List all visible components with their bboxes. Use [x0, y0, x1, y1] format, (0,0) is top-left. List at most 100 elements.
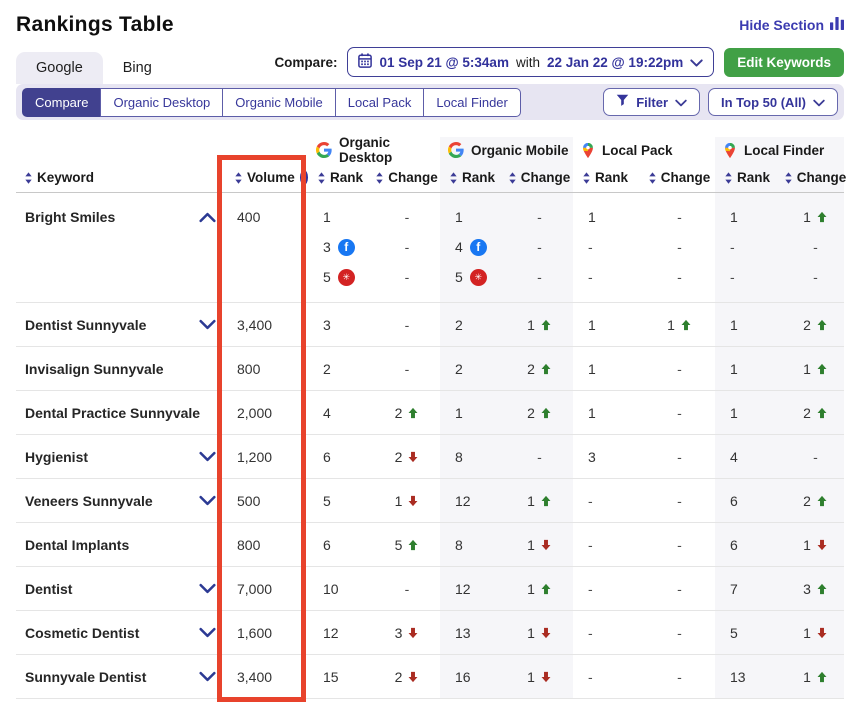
rank-value: 5✳	[323, 262, 374, 292]
sort-icon	[583, 172, 590, 184]
rank-cell: 13f5✳	[308, 193, 374, 302]
rank-value: 1	[588, 303, 644, 346]
rank-cell: 1	[573, 303, 644, 346]
change-value: 2	[374, 655, 440, 698]
change-cell: 2	[787, 391, 844, 434]
subtab-compare[interactable]: Compare	[22, 88, 101, 117]
change-value: -	[374, 567, 440, 610]
subtab-organic-mobile[interactable]: Organic Mobile	[222, 88, 335, 117]
change-value: -	[644, 232, 715, 262]
rank-value: 2	[323, 347, 374, 390]
rank-value: 5✳	[455, 262, 506, 292]
tab-bing[interactable]: Bing	[103, 52, 172, 84]
google-g-icon	[448, 142, 464, 158]
keyword-cell: Dentist	[16, 567, 222, 610]
table-group-header-row: Organic DesktopOrganic MobileLocal PackL…	[16, 137, 844, 163]
arrow-up-icon	[816, 671, 828, 683]
column-header-rank-local-finder[interactable]: Rank	[715, 163, 787, 192]
compare-label: Compare:	[274, 55, 337, 70]
change-value: 1	[374, 479, 440, 522]
change-cell: 1	[644, 303, 715, 346]
rank-value: 13	[455, 611, 506, 654]
group-label: Organic Desktop	[339, 135, 440, 165]
scope-dropdown[interactable]: In Top 50 (All)	[708, 88, 838, 116]
change-cell: 2	[374, 655, 440, 698]
arrow-up-icon	[816, 407, 828, 419]
change-cell: 1	[787, 611, 844, 654]
subtab-local-finder[interactable]: Local Finder	[423, 88, 521, 117]
subtab-local-pack[interactable]: Local Pack	[335, 88, 425, 117]
column-header-rank-organic-desktop[interactable]: Rank	[308, 163, 374, 192]
volume-value: 3,400	[237, 655, 308, 698]
change-cell: -	[644, 347, 715, 390]
volume-value: 1,200	[237, 435, 308, 478]
rank-value: 2	[455, 347, 506, 390]
filter-button[interactable]: Filter	[603, 88, 700, 116]
column-header-volume[interactable]: Volumei	[222, 163, 308, 192]
collapse-chevron-icon[interactable]	[199, 212, 216, 223]
volume-value: 800	[237, 523, 308, 566]
expand-chevron-icon[interactable]	[199, 451, 216, 462]
page-title: Rankings Table	[16, 13, 174, 37]
expand-chevron-icon[interactable]	[199, 495, 216, 506]
rank-value: 15	[323, 655, 374, 698]
hide-section-link[interactable]: Hide Section	[739, 17, 844, 33]
change-cell: 3	[374, 611, 440, 654]
expand-chevron-icon[interactable]	[199, 671, 216, 682]
rankings-table: Organic DesktopOrganic MobileLocal PackL…	[16, 137, 844, 699]
arrow-down-icon	[816, 627, 828, 639]
edit-keywords-button[interactable]: Edit Keywords	[724, 48, 844, 77]
tab-google[interactable]: Google	[16, 52, 103, 84]
rank-cell: 13	[440, 611, 506, 654]
expand-chevron-icon[interactable]	[199, 583, 216, 594]
rank-value: 1	[588, 347, 644, 390]
volume-cell: 800	[222, 347, 308, 390]
rank-value: -	[588, 262, 644, 292]
rank-value: 6	[323, 435, 374, 478]
column-header-change-organic-mobile[interactable]: Change	[506, 163, 573, 192]
column-header-keyword[interactable]: Keyword	[16, 163, 222, 192]
change-value: 1	[787, 202, 844, 232]
subtab-organic-desktop[interactable]: Organic Desktop	[100, 88, 223, 117]
rank-value: 8	[455, 435, 506, 478]
keyword-cell: Sunnyvale Dentist	[16, 655, 222, 698]
change-cell: 1	[506, 567, 573, 610]
compare-date-dropdown[interactable]: 01 Sep 21 @ 5:34am with 22 Jan 22 @ 19:2…	[347, 47, 714, 77]
header-label: Rank	[462, 170, 495, 185]
sort-icon	[25, 172, 32, 184]
header-label: Change	[797, 170, 847, 185]
facebook-icon: f	[338, 239, 355, 256]
change-cell: 1	[506, 655, 573, 698]
group-label: Local Finder	[744, 143, 824, 158]
change-value: 3	[374, 611, 440, 654]
table-row: Hygienist1,200628-3-4-	[16, 435, 844, 479]
volume-value: 7,000	[237, 567, 308, 610]
change-cell: 2	[506, 391, 573, 434]
arrow-down-icon	[540, 627, 552, 639]
info-icon[interactable]: i	[300, 170, 308, 185]
column-header-rank-local-pack[interactable]: Rank	[573, 163, 644, 192]
keyword-cell: Invisalign Sunnyvale	[16, 347, 222, 390]
column-header-change-local-finder[interactable]: Change	[787, 163, 844, 192]
table-row: Dental Practice Sunnyvale2,00042121-12	[16, 391, 844, 435]
group-header-organic-mobile: Organic Mobile	[440, 137, 573, 163]
volume-cell: 500	[222, 479, 308, 522]
expand-chevron-icon[interactable]	[199, 319, 216, 330]
rank-cell: 1	[715, 303, 787, 346]
change-value: -	[644, 611, 715, 654]
rank-value: 8	[455, 523, 506, 566]
column-header-rank-organic-mobile[interactable]: Rank	[440, 163, 506, 192]
expand-chevron-icon[interactable]	[199, 627, 216, 638]
rank-cell: -	[573, 611, 644, 654]
rank-cell: 16	[440, 655, 506, 698]
google-g-icon	[316, 142, 332, 158]
calendar-icon	[358, 53, 372, 71]
rank-cell: 1--	[715, 193, 787, 302]
rank-cell: 3	[308, 303, 374, 346]
rank-cell: 8	[440, 435, 506, 478]
change-cell: -	[506, 435, 573, 478]
sort-icon	[450, 172, 457, 184]
change-cell: 2	[374, 435, 440, 478]
column-header-change-local-pack[interactable]: Change	[644, 163, 715, 192]
column-header-change-organic-desktop[interactable]: Change	[374, 163, 440, 192]
